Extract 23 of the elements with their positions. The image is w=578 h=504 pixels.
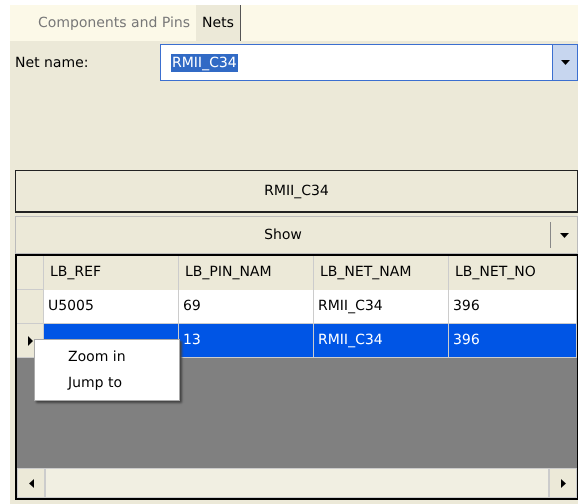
tab[interactable]: Components and Pins: [16, 5, 196, 41]
table-cell: U5005: [44, 290, 179, 324]
menu-item[interactable]: Zoom in: [35, 344, 179, 370]
tab[interactable]: Nets: [196, 5, 241, 41]
column-header[interactable]: LB_NET_NO: [449, 256, 577, 290]
column-header[interactable]: LB_NET_NAM: [314, 256, 449, 290]
table-cell: 396: [449, 290, 577, 324]
scroll-right-icon[interactable]: [549, 468, 577, 498]
menu-item[interactable]: Jump to: [35, 370, 179, 396]
net-button[interactable]: RMII_C34: [15, 170, 578, 213]
header-corner: [17, 256, 44, 290]
scroll-left-icon[interactable]: [17, 468, 45, 498]
table-cell: 13: [179, 324, 314, 358]
table-cell: 69: [179, 290, 314, 324]
table-cell: RMII_C34: [314, 324, 449, 358]
column-header[interactable]: LB_PIN_NAM: [179, 256, 314, 290]
column-header[interactable]: LB_REF: [44, 256, 179, 290]
net-name-combo[interactable]: RMII_C34: [160, 44, 578, 81]
show-dropdown[interactable]: Show: [15, 216, 578, 254]
table-cell: 396: [449, 324, 577, 358]
table-cell: RMII_C34: [314, 290, 449, 324]
scrollbar-thumb[interactable]: [45, 468, 549, 498]
net-name-label: Net name:: [15, 54, 90, 70]
